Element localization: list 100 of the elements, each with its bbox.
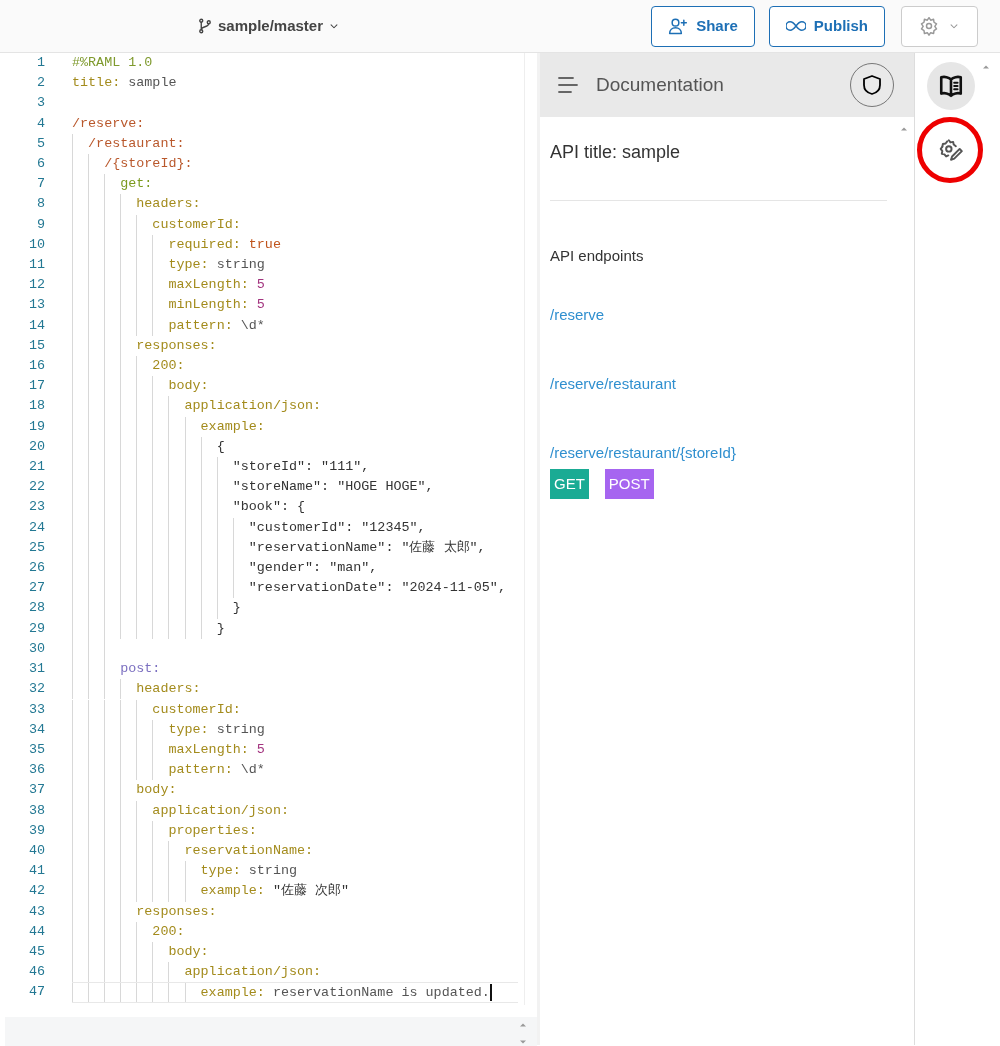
code-line: customerId: <box>72 214 518 235</box>
book-icon <box>937 73 964 99</box>
code-line: type: string <box>72 719 518 740</box>
shield-icon <box>860 73 884 97</box>
line-number: 21 <box>27 458 45 477</box>
line-number: 5 <box>35 134 45 153</box>
code-line: /restaurant: <box>72 133 518 154</box>
line-number: 18 <box>27 397 45 416</box>
code-line: body: <box>72 941 518 963</box>
settings-icon <box>918 16 939 36</box>
line-number: 20 <box>27 437 45 456</box>
panel-title: Documentation <box>596 72 724 97</box>
line-number: 25 <box>27 538 45 557</box>
line-number: 16 <box>27 357 45 376</box>
code-line: "gender": "man", <box>72 558 518 579</box>
line-number: 35 <box>27 740 45 759</box>
share-button[interactable]: Share <box>651 5 755 47</box>
line-number: 32 <box>27 680 45 699</box>
code-line: 200: <box>72 921 518 942</box>
code-line: "storeName": "HOGE HOGE", <box>72 477 518 498</box>
code-line: title: sample <box>72 74 178 93</box>
code-line: "reservationDate": "2024-11-05", <box>72 578 518 599</box>
code-line: application/json: <box>72 962 518 983</box>
code-line: required: true <box>72 234 518 255</box>
code-line: headers: <box>72 679 518 700</box>
code-line: example: <box>72 416 518 437</box>
line-number: 45 <box>27 942 45 961</box>
code-line: type: string <box>72 861 518 882</box>
endpoint-link[interactable]: /reserve <box>550 303 605 326</box>
code-line: } <box>72 598 518 619</box>
line-number: 31 <box>27 660 45 679</box>
code-line: pattern: \d* <box>72 315 518 336</box>
line-number: 13 <box>27 296 45 315</box>
branch-selector[interactable]: sample/master <box>189 13 348 39</box>
line-number: 8 <box>35 195 45 214</box>
line-number: 27 <box>27 579 45 598</box>
method-tag: GET <box>550 468 589 499</box>
code-line: reservationName: <box>72 840 518 862</box>
line-number: 12 <box>27 276 45 295</box>
line-number: 28 <box>27 599 45 618</box>
line-number: 10 <box>27 235 45 254</box>
line-number: 17 <box>27 377 45 396</box>
code-line: responses: <box>72 901 518 922</box>
line-number: 6 <box>35 155 45 173</box>
line-number: 39 <box>27 821 45 840</box>
code-line: /reserve: <box>72 114 146 133</box>
line-number: 41 <box>27 862 45 881</box>
method-tag: POST <box>604 468 654 499</box>
code-line: "book": { <box>72 497 518 518</box>
line-number: 3 <box>35 94 45 113</box>
code-line: "storeId": "111", <box>72 457 518 478</box>
line-number: 24 <box>27 518 45 537</box>
line-number: 47 <box>27 983 45 1002</box>
line-number: 38 <box>27 801 45 820</box>
api-title: API title: sample <box>550 141 682 164</box>
line-number: 34 <box>27 720 45 739</box>
code-line: /{storeId}: <box>72 154 518 175</box>
code-line: customerId: <box>72 699 518 720</box>
line-number: 2 <box>35 74 45 93</box>
code-line: "reservationName": "佐藤 太郎", <box>72 537 518 559</box>
documentation-tab[interactable] <box>926 62 975 110</box>
line-number: 15 <box>27 336 45 355</box>
line-number: 19 <box>27 417 45 436</box>
code-line: body: <box>72 376 518 397</box>
code-line: } <box>72 618 518 639</box>
code-line: body: <box>72 780 518 801</box>
line-number: 29 <box>27 619 45 638</box>
text-cursor <box>489 984 492 1002</box>
line-number: 22 <box>27 478 45 497</box>
endpoint-link[interactable]: /reserve/restaurant/{storeId} <box>550 441 736 464</box>
code-line: minLength: 5 <box>72 295 518 316</box>
code-line: properties: <box>72 820 518 841</box>
line-number: 43 <box>27 902 45 921</box>
line-number: 11 <box>27 256 45 275</box>
line-number: 37 <box>27 781 45 800</box>
code-line: application/json: <box>72 800 518 821</box>
highlight-ring <box>917 117 983 183</box>
code-line: "customerId": "12345", <box>72 517 518 538</box>
code-line: { <box>72 436 518 458</box>
line-number: 14 <box>27 316 45 335</box>
line-number: 1 <box>35 54 45 72</box>
code-line: responses: <box>72 335 518 357</box>
code-line: maxLength: 5 <box>72 739 518 761</box>
line-number: 46 <box>27 963 45 982</box>
line-number: 44 <box>27 922 45 941</box>
code-line: post: <box>72 659 518 680</box>
line-number: 23 <box>27 498 45 517</box>
line-number: 7 <box>35 175 45 194</box>
endpoint-link[interactable]: /reserve/restaurant <box>550 372 676 395</box>
code-line: get: <box>72 174 518 195</box>
publish-button[interactable]: Publish <box>768 5 885 47</box>
code-line: example: reservationName is updated. <box>72 982 518 1003</box>
code-line: type: string <box>72 255 518 276</box>
gear-pencil-icon <box>937 137 964 163</box>
line-number: 9 <box>35 215 45 234</box>
person-plus-icon <box>668 16 689 36</box>
section-heading: API endpoints <box>550 246 645 266</box>
line-number: 42 <box>27 882 45 901</box>
line-number: 30 <box>27 639 45 658</box>
line-number: 33 <box>27 700 45 719</box>
